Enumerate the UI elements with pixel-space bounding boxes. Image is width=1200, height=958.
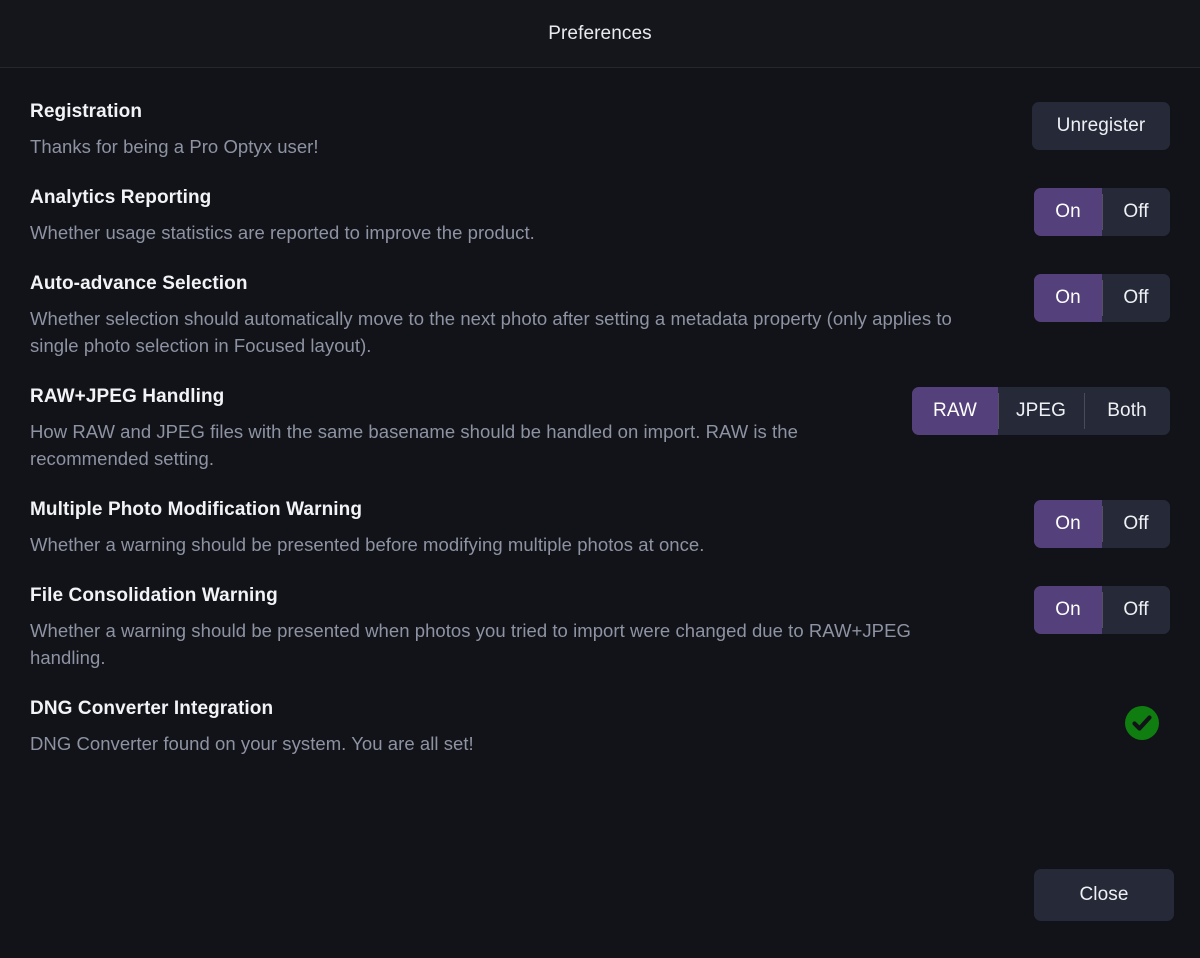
setting-row-raw-jpeg-handling: RAW+JPEG Handling How RAW and JPEG files… xyxy=(30,385,1170,472)
setting-title: File Consolidation Warning xyxy=(30,585,278,607)
setting-control xyxy=(1124,697,1170,741)
setting-title: Analytics Reporting xyxy=(30,186,212,208)
auto-advance-selection-option-on[interactable]: On xyxy=(1034,273,1102,322)
titlebar: Preferences xyxy=(0,0,1200,68)
setting-row-auto-advance-selection: Auto-advance Selection Whether selection… xyxy=(30,272,1170,359)
setting-title: DNG Converter Integration xyxy=(30,698,274,720)
setting-title: Multiple Photo Modification Warning xyxy=(30,499,363,521)
setting-control: Unregister xyxy=(1032,100,1170,150)
window-title: Preferences xyxy=(548,22,652,44)
setting-description: How RAW and JPEG files with the same bas… xyxy=(30,420,798,469)
check-circle-icon xyxy=(1125,706,1159,741)
setting-text: RAW+JPEG Handling How RAW and JPEG files… xyxy=(30,385,912,472)
unregister-button[interactable]: Unregister xyxy=(1032,102,1170,150)
setting-row-registration: Registration Thanks for being a Pro Opty… xyxy=(30,100,1170,160)
setting-control: On Off xyxy=(1034,584,1170,635)
analytics-reporting-option-on[interactable]: On xyxy=(1034,187,1102,236)
close-button[interactable]: Close xyxy=(1034,869,1174,921)
setting-row-dng-converter-integration: DNG Converter Integration DNG Converter … xyxy=(30,697,1170,757)
setting-row-file-consolidation-warning: File Consolidation Warning Whether a war… xyxy=(30,584,1170,671)
setting-control: On Off xyxy=(1034,498,1170,549)
analytics-reporting-option-off[interactable]: Off xyxy=(1102,187,1170,236)
setting-description: Whether a warning should be presented wh… xyxy=(30,619,911,668)
setting-control: On Off xyxy=(1034,272,1170,322)
auto-advance-selection-option-off[interactable]: Off xyxy=(1102,273,1170,322)
raw-jpeg-handling-segmented: RAW JPEG Both xyxy=(912,387,1170,435)
raw-jpeg-handling-option-raw[interactable]: RAW xyxy=(912,387,998,435)
setting-text: Analytics Reporting Whether usage statis… xyxy=(30,186,1034,246)
setting-text: File Consolidation Warning Whether a war… xyxy=(30,584,1034,671)
multiple-photo-modification-warning-toggle: On Off xyxy=(1034,500,1170,549)
setting-description: Whether a warning should be presented be… xyxy=(30,533,705,555)
analytics-reporting-toggle: On Off xyxy=(1034,187,1170,236)
setting-title: Registration xyxy=(30,101,143,122)
preferences-window: Preferences Registration Thanks for bein… xyxy=(0,0,1200,958)
file-consolidation-warning-option-on[interactable]: On xyxy=(1034,586,1102,635)
setting-row-analytics-reporting: Analytics Reporting Whether usage statis… xyxy=(30,186,1170,246)
setting-row-multiple-photo-modification-warning: Multiple Photo Modification Warning Whet… xyxy=(30,498,1170,558)
setting-text: Multiple Photo Modification Warning Whet… xyxy=(30,498,1034,558)
setting-description: DNG Converter found on your system. You … xyxy=(30,732,474,754)
file-consolidation-warning-option-off[interactable]: Off xyxy=(1102,586,1170,635)
setting-text: Registration Thanks for being a Pro Opty… xyxy=(30,100,1032,160)
raw-jpeg-handling-option-both[interactable]: Both xyxy=(1084,387,1170,435)
setting-description: Whether selection should automatically m… xyxy=(30,307,952,356)
setting-description: Thanks for being a Pro Optyx user! xyxy=(30,135,319,157)
raw-jpeg-handling-option-jpeg[interactable]: JPEG xyxy=(998,387,1084,435)
dialog-footer: Close xyxy=(0,854,1200,958)
setting-title: Auto-advance Selection xyxy=(30,272,248,294)
setting-description: Whether usage statistics are reported to… xyxy=(30,221,535,243)
multiple-photo-modification-warning-option-on[interactable]: On xyxy=(1034,500,1102,549)
setting-text: DNG Converter Integration DNG Converter … xyxy=(30,697,1124,757)
file-consolidation-warning-toggle: On Off xyxy=(1034,586,1170,635)
preferences-list: Registration Thanks for being a Pro Opty… xyxy=(0,68,1200,958)
setting-title: RAW+JPEG Handling xyxy=(30,386,225,407)
setting-control: RAW JPEG Both xyxy=(912,385,1170,435)
setting-control: On Off xyxy=(1034,186,1170,236)
multiple-photo-modification-warning-option-off[interactable]: Off xyxy=(1102,500,1170,549)
auto-advance-selection-toggle: On Off xyxy=(1034,273,1170,322)
setting-text: Auto-advance Selection Whether selection… xyxy=(30,272,1034,359)
